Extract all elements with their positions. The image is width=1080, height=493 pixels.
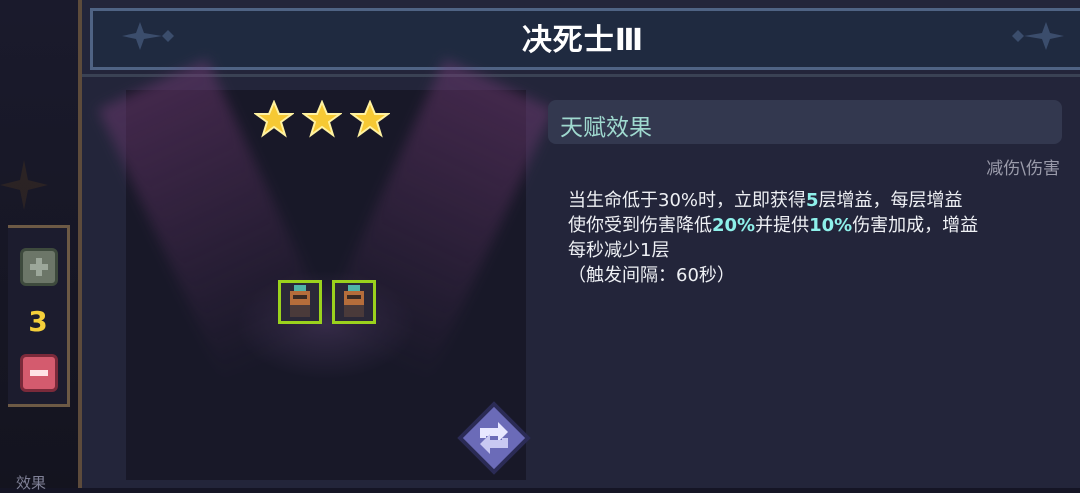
dialog-title: 决死士Ⅲ [521,23,645,58]
minus-icon [30,370,48,376]
talent-info-panel: 天赋效果 减伤\伤害 当生命低于30%时，立即获得5层增益，每层增益 使你受到伤… [548,100,1062,480]
talent-tag: 减伤\伤害 [986,159,1060,179]
talent-header-title: 天赋效果 [560,115,652,141]
talent-dialog: 决死士Ⅲ 天赋效果 减伤\伤害 当生命低于30%时，立即获得5层增益，每层增益 … [78,0,1080,488]
description-text: 10% [809,215,853,236]
floor-glow [236,270,416,380]
plus-button[interactable] [20,248,58,286]
refresh-icon[interactable] [454,398,534,478]
description-text: 20% [712,215,756,236]
quantity-count: 3 [28,305,48,338]
plus-icon [30,258,48,276]
description-text: 当生命低于30%时，立即获得 [568,190,807,211]
character-unit[interactable] [278,280,322,324]
warrior-icon [290,285,310,317]
description-text: 伤害加成，增益 [852,215,979,236]
talent-description: 当生命低于30%时，立即获得5层增益，每层增益 使你受到伤害降低20%并提供10… [568,188,1048,288]
star-icon [254,100,294,138]
quantity-panel: 3 [8,225,70,407]
talent-header: 天赋效果 [548,100,1062,144]
description-text: 使你受到伤害降低 [568,215,712,236]
description-text: 使你受到伤害降低20%并提供10%伤害加成，增益 [568,213,1048,238]
effect-tab[interactable]: 效果 [16,472,46,493]
minus-button[interactable] [20,354,58,392]
description-text: 当生命低于30%时，立即获得5层增益，每层增益 [568,188,1048,213]
star-icon [302,100,342,138]
star-rating [254,100,390,138]
star-icon [350,100,390,138]
warrior-icon [344,285,364,317]
ornament-icon [0,160,48,210]
description-text: 每秒减少1层 [568,240,670,261]
description-text: 5 [806,190,819,211]
description-text: 层增益，每层增益 [818,190,963,211]
description-text: （触发间隔：60秒） [568,265,735,286]
description-text: 并提供 [755,215,810,236]
character-unit[interactable] [332,280,376,324]
